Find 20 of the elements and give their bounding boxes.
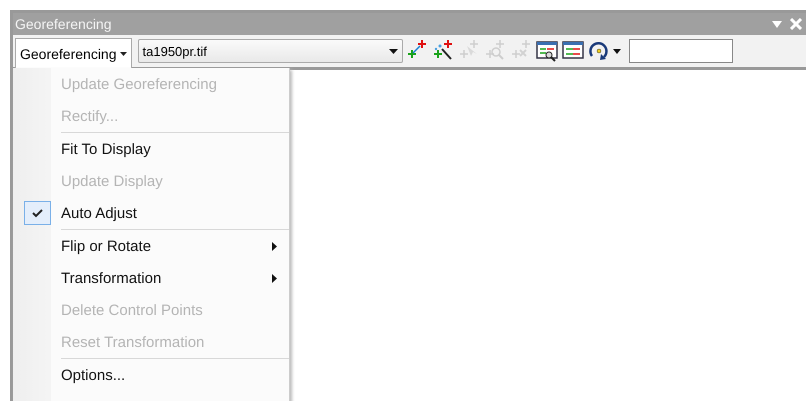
- magic-wand-icon: [432, 40, 454, 62]
- caret-icon: [120, 52, 127, 56]
- menu-item[interactable]: Options...: [13, 359, 289, 391]
- magnifier-icon: [484, 40, 506, 62]
- close-icon[interactable]: [790, 18, 802, 30]
- menu-item[interactable]: Auto Adjust: [13, 197, 289, 229]
- layer-dropdown[interactable]: ta1950pr.tif: [138, 39, 403, 63]
- window-title: Georeferencing: [15, 16, 112, 32]
- dropdown-icon[interactable]: [772, 20, 782, 28]
- rotate-icon: [588, 40, 610, 62]
- menu-item[interactable]: Fit To Display: [13, 133, 289, 165]
- table-magnifier-icon: [536, 40, 558, 62]
- tool-button[interactable]: [534, 39, 559, 63]
- menu-item[interactable]: Flip or Rotate: [13, 230, 289, 262]
- table-icon: [562, 40, 584, 62]
- menu-item[interactable]: Transformation: [13, 262, 289, 294]
- input-field[interactable]: [628, 39, 733, 63]
- caret-icon: [388, 48, 398, 54]
- caret-icon[interactable]: [612, 48, 621, 54]
- menu-button[interactable]: Georeferencing: [15, 38, 132, 68]
